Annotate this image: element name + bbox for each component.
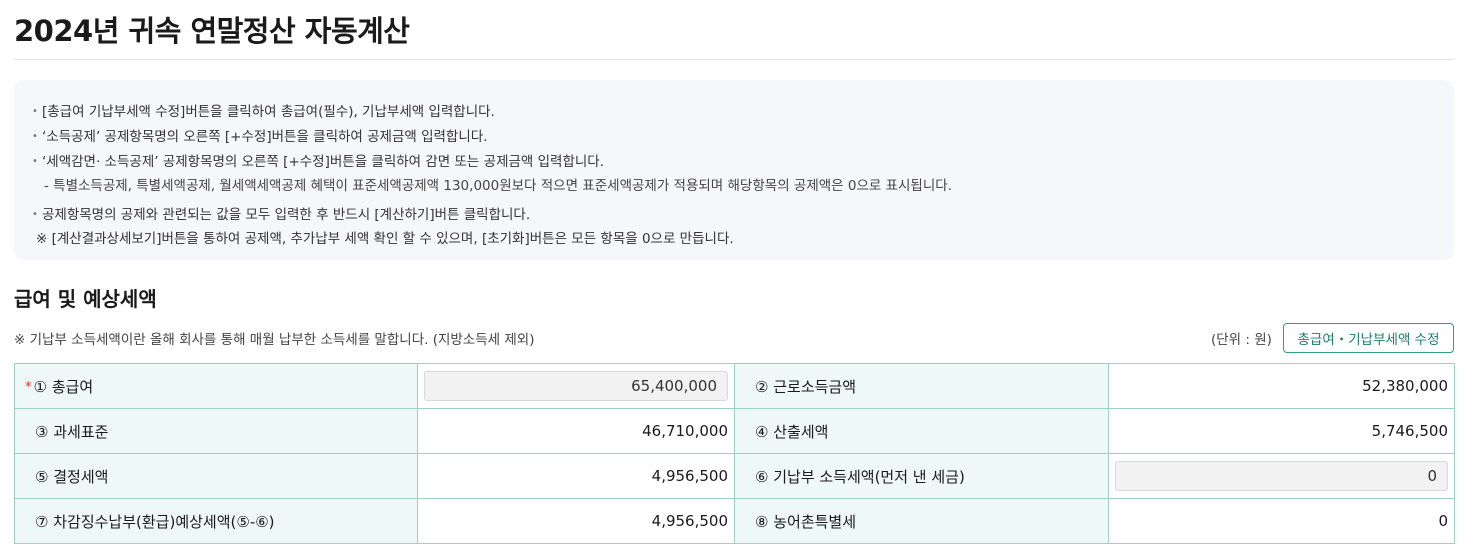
notice-subline: - 특별소득공제, 특별세액공제, 월세액세액공제 혜택이 표준세액공제액 13… bbox=[44, 178, 952, 194]
value-earned-income: 52,380,000 bbox=[1108, 363, 1455, 409]
label-determined-tax: ⑤ 결정세액 bbox=[14, 453, 418, 499]
required-mark: * bbox=[25, 379, 32, 395]
prepaid-tax-cell: 0 bbox=[1108, 453, 1455, 499]
bullet-icon: • bbox=[32, 106, 38, 117]
bullet-icon: • bbox=[32, 156, 38, 167]
label-calculated-tax: ④ 산출세액 bbox=[734, 408, 1109, 454]
withholding-note: ※ 기납부 소득세액이란 올해 회사를 통해 매월 납부한 소득세를 말합니다.… bbox=[14, 332, 535, 348]
table-row: ⑤ 결정세액 4,956,500 ⑥ 기납부 소득세액(먼저 낸 세금) 0 bbox=[14, 453, 1455, 499]
total-salary-cell: 65,400,000 bbox=[417, 363, 735, 409]
bullet-icon: • bbox=[32, 131, 38, 142]
label-tax-base: ③ 과세표준 bbox=[14, 408, 418, 454]
notice-line-4: • 공제항목명의 공제와 관련되는 값을 모두 입력한 후 반드시 [계산하기]버… bbox=[32, 207, 531, 223]
value-tax-base: 46,710,000 bbox=[417, 408, 735, 454]
title-divider bbox=[14, 59, 1454, 60]
label-rural-special-tax: ⑧ 농어촌특별세 bbox=[734, 498, 1109, 544]
label-prepaid-tax: ⑥ 기납부 소득세액(먼저 낸 세금) bbox=[734, 453, 1109, 499]
unit-label: (단위 : 원) bbox=[1211, 332, 1272, 348]
value-rural-special-tax: 0 bbox=[1108, 498, 1455, 544]
prepaid-tax-input[interactable]: 0 bbox=[1115, 461, 1448, 491]
total-salary-input[interactable]: 65,400,000 bbox=[424, 371, 728, 401]
table-row: * ① 총급여 65,400,000 ② 근로소득금액 52,380,000 bbox=[14, 363, 1455, 409]
notice-remark: ※ [계산결과상세보기]버튼을 통하여 공제액, 추가납부 세액 확인 할 수 … bbox=[36, 231, 734, 247]
section-title: 급여 및 예상세액 bbox=[14, 287, 157, 311]
notice-line-3: • ‘세액감면· 소득공제’ 공제항목명의 오른쪽 [+수정]버튼을 클릭하여 감… bbox=[32, 154, 605, 170]
value-determined-tax: 4,956,500 bbox=[417, 453, 735, 499]
value-expected-payment: 4,956,500 bbox=[417, 498, 735, 544]
page-title: 2024년 귀속 연말정산 자동계산 bbox=[14, 14, 410, 48]
label-earned-income: ② 근로소득금액 bbox=[734, 363, 1109, 409]
table-row: ③ 과세표준 46,710,000 ④ 산출세액 5,746,500 bbox=[14, 408, 1455, 454]
bullet-icon: • bbox=[32, 209, 38, 220]
notice-line-2: • ‘소득공제’ 공제항목명의 오른쪽 [+수정]버튼을 클릭하여 공제금액 입력… bbox=[32, 129, 488, 145]
label-total-salary: * ① 총급여 bbox=[14, 363, 418, 409]
label-expected-payment: ⑦ 차감징수납부(환급)예상세액(⑤-⑥) bbox=[14, 498, 418, 544]
notice-box: • [총급여 기납부세액 수정]버튼을 클릭하여 총급여(필수), 기납부세액 입… bbox=[14, 80, 1454, 260]
table-row: ⑦ 차감징수납부(환급)예상세액(⑤-⑥) 4,956,500 ⑧ 농어촌특별세… bbox=[14, 498, 1455, 544]
notice-line-1: • [총급여 기납부세액 수정]버튼을 클릭하여 총급여(필수), 기납부세액 입… bbox=[32, 104, 495, 120]
value-calculated-tax: 5,746,500 bbox=[1108, 408, 1455, 454]
salary-tax-table: * ① 총급여 65,400,000 ② 근로소득금액 52,380,000 ③ … bbox=[14, 363, 1455, 544]
edit-salary-tax-button[interactable]: 총급여・기납부세액 수정 bbox=[1283, 323, 1454, 353]
